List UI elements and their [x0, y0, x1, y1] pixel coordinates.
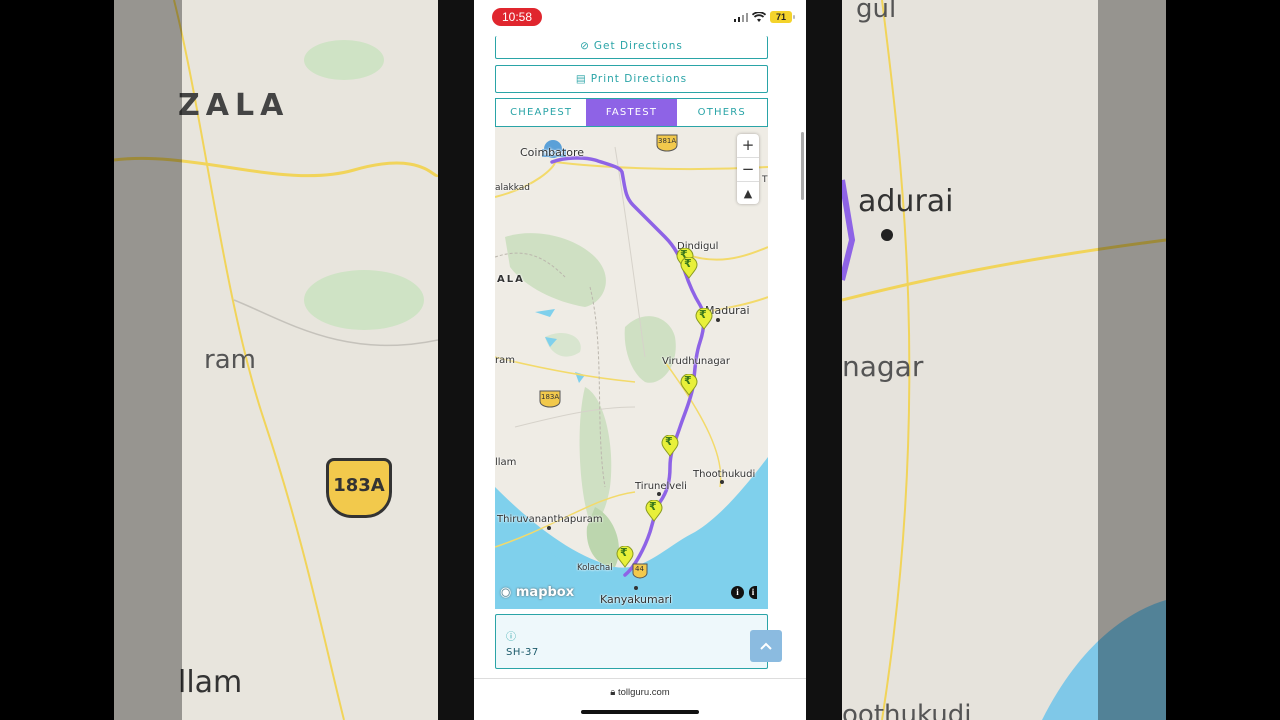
toll-marker[interactable]: ₹	[645, 500, 663, 522]
map-label-coimbatore: Coimbatore	[520, 146, 584, 159]
status-icons: 71	[734, 11, 795, 23]
get-directions-button[interactable]: ⊘ Get Directions	[495, 36, 768, 59]
scroll-to-top-button[interactable]	[750, 630, 782, 662]
bg-label-nagar: nagar	[842, 350, 924, 383]
bg-label-dindigul: gul	[856, 0, 897, 24]
toll-marker[interactable]: ₹	[680, 374, 698, 396]
toll-marker[interactable]: ₹	[661, 435, 679, 457]
map-label-kanyakumari: Kanyakumari	[600, 593, 673, 606]
shield-44: 44	[635, 565, 644, 573]
map-label-thoothukudi: Thoothukudi	[693, 469, 756, 480]
print-directions-button[interactable]: ▤ Print Directions	[495, 65, 768, 93]
map-graphic	[495, 134, 768, 609]
phone-screen: 10:58 71 ⊘ Get Directions ▤ Print Directio…	[474, 0, 806, 720]
map-zoom-controls: + − ▲	[737, 134, 759, 204]
map-label-llam: llam	[495, 457, 517, 468]
scrollbar[interactable]	[801, 132, 804, 200]
bg-label-thoothukudi: oothukudi	[842, 700, 972, 720]
map-label-virudhunagar: Virudhunagar	[662, 356, 730, 367]
url-bar[interactable]: 🔒︎ tollguru.com	[474, 687, 806, 698]
map-label-kolachal: Kolachal	[577, 563, 613, 573]
map-label-thiruvananthapuram: Thiruvananthapuram	[497, 514, 603, 525]
battery-icon: 71	[770, 11, 795, 23]
map-label-palakkad: alakkad	[495, 183, 531, 193]
get-directions-label: Get Directions	[593, 40, 683, 52]
map-label-t-edge: T	[762, 175, 768, 185]
shield-183a: 183A	[541, 393, 560, 401]
mapbox-logo[interactable]: ◉ mapbox	[500, 585, 574, 600]
map-label-tirunelveli: Tirunelveli	[635, 481, 687, 492]
toll-marker[interactable]: ₹	[616, 546, 634, 568]
bg-shade-right	[1098, 0, 1166, 720]
status-time: 10:58	[492, 8, 542, 26]
map-icon: ▤	[575, 73, 587, 85]
bg-shade-left	[114, 0, 182, 720]
attribution-toggle-icon[interactable]: i	[749, 586, 757, 599]
rupee-icon: ₹	[684, 374, 692, 387]
lock-icon: 🔒︎	[610, 687, 618, 698]
frame-edge-right	[806, 0, 842, 720]
rupee-icon: ₹	[665, 435, 673, 448]
bg-label-llam: llam	[178, 665, 243, 700]
zoom-in-button[interactable]: +	[737, 134, 759, 158]
tab-fastest[interactable]: FASTEST	[586, 99, 677, 126]
rupee-icon: ₹	[699, 308, 707, 321]
route-card-label: SH-37	[506, 647, 539, 658]
tab-cheapest[interactable]: CHEAPEST	[496, 99, 586, 126]
toll-marker[interactable]: ₹	[695, 308, 713, 330]
route-map[interactable]: FROM Coimbatore alakkad T Dindigul ALA M…	[495, 127, 768, 609]
info-icon[interactable]: i	[731, 586, 744, 599]
print-directions-label: Print Directions	[590, 73, 688, 85]
rupee-icon: ₹	[649, 500, 657, 513]
map-label-ram: ram	[495, 355, 515, 366]
rupee-icon: ₹	[620, 546, 628, 559]
wifi-icon	[752, 11, 766, 22]
reset-north-button[interactable]: ▲	[737, 182, 759, 205]
chevron-up-icon	[760, 642, 772, 650]
shield-381a: 381A	[658, 137, 677, 145]
zoom-out-button[interactable]: −	[737, 158, 759, 182]
hill-area	[505, 233, 606, 307]
toll-marker[interactable]: ₹	[680, 257, 698, 279]
bg-label-kerala: ZALA	[178, 88, 290, 123]
tab-others[interactable]: OTHERS	[677, 99, 767, 126]
bg-label-madurai: adurai	[858, 184, 954, 219]
route-tabs: CHEAPEST FASTEST OTHERS	[495, 98, 768, 127]
map-label-kerala: ALA	[497, 274, 525, 285]
url-text: tollguru.com	[617, 687, 670, 698]
bg-label-ram: ram	[204, 345, 256, 375]
bg-shield: 183A	[326, 458, 392, 518]
browser-bottom-bar: 🔒︎ tollguru.com	[474, 678, 806, 720]
status-bar: 10:58 71	[474, 0, 806, 34]
frame-edge-left	[438, 0, 474, 720]
route-card[interactable]: ⓘ SH-37	[495, 614, 768, 669]
signal-icon	[734, 12, 748, 22]
info-circle-icon: ⓘ	[506, 632, 516, 643]
rupee-icon: ₹	[684, 257, 692, 270]
mapbox-label: mapbox	[515, 585, 575, 600]
home-indicator[interactable]	[581, 710, 699, 714]
directions-icon: ⊘	[580, 40, 590, 52]
